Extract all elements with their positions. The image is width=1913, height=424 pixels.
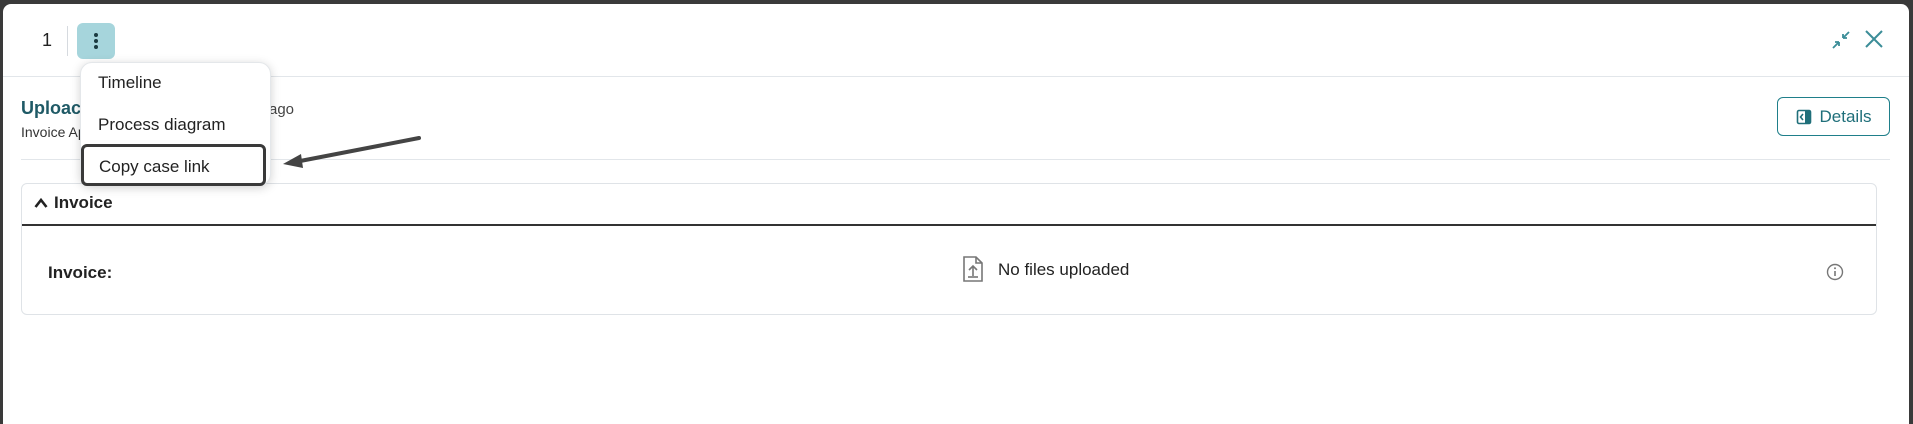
case-topbar: 1 xyxy=(3,4,1909,77)
panel-toggle-icon xyxy=(1796,109,1811,124)
invoice-panel-header[interactable]: Invoice xyxy=(22,184,1876,226)
menu-item-process-diagram[interactable]: Process diagram xyxy=(98,115,226,135)
info-icon[interactable] xyxy=(1826,263,1844,281)
menu-item-copy-case-link[interactable]: Copy case link xyxy=(81,144,266,186)
menu-item-timeline[interactable]: Timeline xyxy=(98,73,162,93)
details-button[interactable]: Details xyxy=(1777,97,1890,136)
section-divider xyxy=(21,159,1890,160)
case-window: 1 Uploac ago Invoice Ap Details Invoice … xyxy=(3,4,1909,424)
details-label: Details xyxy=(1819,106,1872,126)
case-timestamp: ago xyxy=(269,101,295,118)
case-subtitle: Invoice Ap xyxy=(21,124,86,140)
upload-file-icon xyxy=(963,256,983,282)
annotation-arrow-icon xyxy=(283,136,421,168)
no-files-text: No files uploaded xyxy=(998,260,1130,279)
more-options-menu: Timeline Process diagram Copy case link xyxy=(80,62,271,186)
panel-title: Invoice xyxy=(54,193,113,212)
invoice-panel: Invoice Invoice: No files uploaded xyxy=(21,183,1877,315)
chevron-up-icon xyxy=(34,197,48,208)
case-title: Uploac xyxy=(21,98,82,118)
collapse-icon[interactable] xyxy=(1831,30,1851,50)
invoice-field-label: Invoice: xyxy=(48,263,113,282)
copy-case-link-label: Copy case link xyxy=(99,157,210,176)
close-icon[interactable] xyxy=(1863,28,1885,50)
divider xyxy=(67,26,68,56)
case-number: 1 xyxy=(42,30,53,50)
more-options-button[interactable] xyxy=(77,23,115,59)
more-vertical-icon xyxy=(94,33,98,49)
